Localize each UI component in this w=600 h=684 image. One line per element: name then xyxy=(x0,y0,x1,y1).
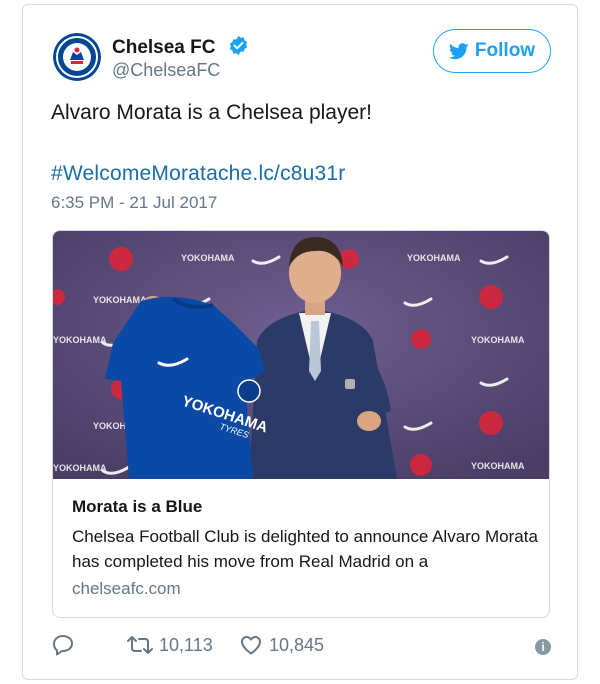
card-description: Chelsea Football Club is delighted to an… xyxy=(72,527,538,571)
info-icon[interactable]: i xyxy=(535,639,551,655)
retweet-count: 10,113 xyxy=(159,634,213,655)
retweet-icon xyxy=(127,636,153,654)
svg-text:YOKOHAMA: YOKOHAMA xyxy=(407,253,461,263)
card-title: Morata is a Blue xyxy=(72,497,203,516)
account-handle[interactable]: @ChelseaFC xyxy=(112,60,220,81)
follow-button[interactable]: Follow xyxy=(433,29,551,73)
account-name[interactable]: Chelsea FC xyxy=(112,37,215,59)
svg-text:YOKOHAMA: YOKOHAMA xyxy=(471,461,525,471)
backdrop-sponsor-label: YOKOHAMA xyxy=(181,253,235,263)
like-count: 10,845 xyxy=(269,634,325,655)
svg-text:YOKOHAMA: YOKOHAMA xyxy=(53,463,107,473)
chelsea-crest-icon xyxy=(53,33,101,81)
reply-icon xyxy=(53,635,73,656)
tweet-actions: 10,113 10,845 i xyxy=(51,633,551,663)
tweet-timestamp[interactable]: 6:35 PM - 21 Jul 2017 xyxy=(51,193,217,213)
svg-text:YOKOHAMA: YOKOHAMA xyxy=(53,335,107,345)
link-preview-card[interactable]: YOKOHAMA YOKOHAMA YOKOHAMA YOKOHAMA YOKO… xyxy=(52,230,550,618)
follow-label: Follow xyxy=(474,40,536,61)
retweet-button[interactable]: 10,113 xyxy=(127,633,213,657)
svg-text:YOKOHAMA: YOKOHAMA xyxy=(471,335,525,345)
card-domain: chelseafc.com xyxy=(72,579,181,598)
twitter-bird-icon xyxy=(448,42,469,59)
tweet-link[interactable]: #WelcomeMoratache.lc/c8u31r xyxy=(51,162,345,186)
morata-photo: YOKOHAMA YOKOHAMA YOKOHAMA YOKOHAMA YOKO… xyxy=(53,231,549,479)
tweet-text: Alvaro Morata is a Chelsea player! xyxy=(51,101,372,124)
svg-text:YOKOHAMA: YOKOHAMA xyxy=(93,295,147,305)
verified-icon xyxy=(229,35,248,56)
reply-button[interactable] xyxy=(51,633,75,657)
like-icon xyxy=(241,636,261,655)
avatar[interactable] xyxy=(53,33,101,81)
like-button[interactable]: 10,845 xyxy=(239,633,324,657)
tweet-card: Chelsea FC @ChelseaFC Follow Alvaro Mora… xyxy=(22,4,578,680)
